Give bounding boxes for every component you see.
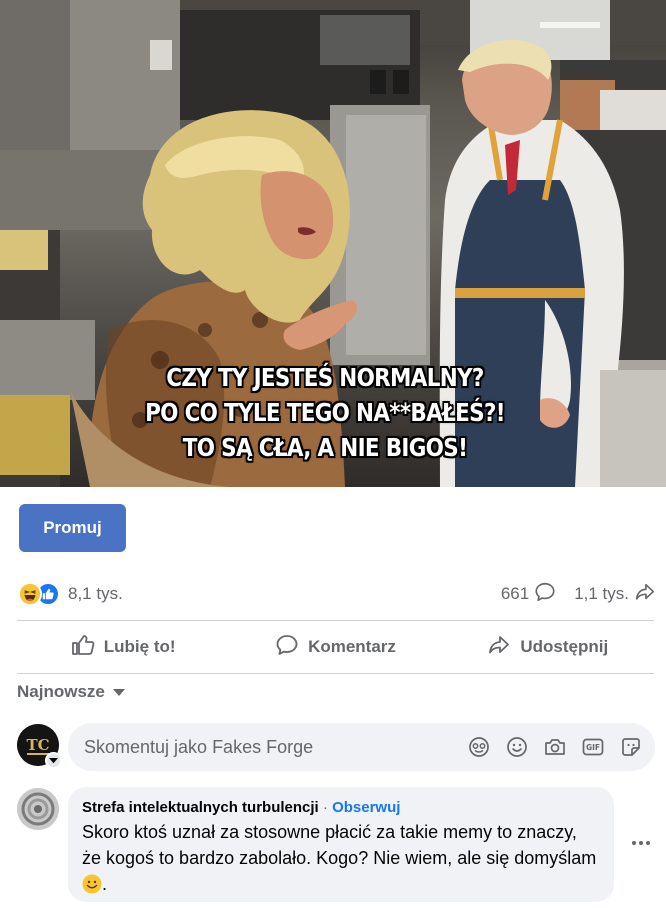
comment-icon bbox=[275, 633, 299, 662]
like-button[interactable]: Lubię to! bbox=[17, 621, 229, 673]
comments-count: 661 bbox=[500, 584, 530, 603]
logo-text: TC bbox=[26, 736, 49, 754]
thumbs-up-icon bbox=[71, 633, 95, 662]
comments-count-link[interactable]: 661 bbox=[501, 581, 556, 608]
comment-bubble: Strefa intelektualnych turbulencji · Obs… bbox=[68, 787, 614, 902]
gif-icon[interactable]: GIF bbox=[581, 735, 605, 759]
share-icon bbox=[487, 633, 511, 662]
separator: · bbox=[322, 799, 328, 816]
comment-text: Skoro ktoś uznał za stosowne płacić za t… bbox=[82, 819, 600, 897]
smiling-face-emoji-icon bbox=[82, 874, 102, 894]
reactions-summary[interactable]: 8,1 tys. bbox=[18, 580, 123, 608]
share-button[interactable]: Udostępnij bbox=[442, 621, 654, 673]
svg-text:GIF: GIF bbox=[586, 743, 600, 752]
comment-author-name[interactable]: Strefa intelektualnych turbulencji bbox=[82, 799, 319, 816]
divider bbox=[17, 673, 654, 674]
sort-label: Najnowsze bbox=[17, 682, 105, 701]
emoji-icon[interactable] bbox=[505, 735, 529, 759]
comment-button[interactable]: Komentarz bbox=[229, 621, 441, 673]
post-actions-bar: Lubię to! Komentarz Udostępnij bbox=[17, 621, 654, 673]
post-image[interactable]: CZY TY JESTEŚ NORMALNY? PO CO TYLE TEGO … bbox=[0, 0, 666, 487]
switch-profile-icon[interactable] bbox=[45, 752, 62, 769]
caption-line: TO SĄ CŁA, A NIE BIGOS! bbox=[182, 433, 468, 462]
shares-count-link[interactable]: 1,1 tys. bbox=[574, 581, 656, 608]
shares-count: 1,1 tys. bbox=[574, 584, 629, 603]
comment-input[interactable] bbox=[68, 736, 448, 758]
meme-caption: CZY TY JESTEŚ NORMALNY? PO CO TYLE TEGO … bbox=[97, 360, 553, 465]
comment-header: Strefa intelektualnych turbulencji · Obs… bbox=[82, 798, 600, 818]
caption-line: PO CO TYLE TEGO NA**BAŁEŚ?! bbox=[145, 398, 505, 427]
comment-author-avatar[interactable] bbox=[17, 788, 59, 830]
avatar-sticker-icon[interactable] bbox=[467, 735, 491, 759]
camera-icon[interactable] bbox=[543, 735, 567, 759]
like-label: Lubię to! bbox=[103, 637, 176, 656]
post-stats: 661 1,1 tys. bbox=[501, 580, 656, 608]
composer-tools: GIF bbox=[467, 723, 643, 771]
current-user-avatar[interactable]: TC bbox=[17, 724, 62, 769]
haha-icon bbox=[18, 582, 42, 606]
comment-bubble-icon bbox=[534, 581, 556, 608]
reactions-count: 8,1 tys. bbox=[68, 584, 123, 603]
sticker-icon[interactable] bbox=[619, 735, 643, 759]
promote-button[interactable]: Promuj bbox=[19, 504, 126, 552]
comment-body: Skoro ktoś uznał za stosowne płacić za t… bbox=[82, 822, 597, 868]
comment-composer: GIF bbox=[68, 723, 655, 771]
share-label: Udostępnij bbox=[520, 637, 609, 656]
comment-end: . bbox=[102, 874, 108, 894]
share-arrow-icon bbox=[634, 581, 656, 608]
comment-sort-dropdown[interactable]: Najnowsze bbox=[17, 682, 125, 702]
more-options-icon[interactable] bbox=[628, 830, 654, 856]
caret-down-icon bbox=[112, 682, 125, 702]
caption-line: CZY TY JESTEŚ NORMALNY? bbox=[166, 363, 484, 392]
comment-label: Komentarz bbox=[308, 637, 396, 656]
follow-button[interactable]: Obserwuj bbox=[332, 799, 400, 816]
